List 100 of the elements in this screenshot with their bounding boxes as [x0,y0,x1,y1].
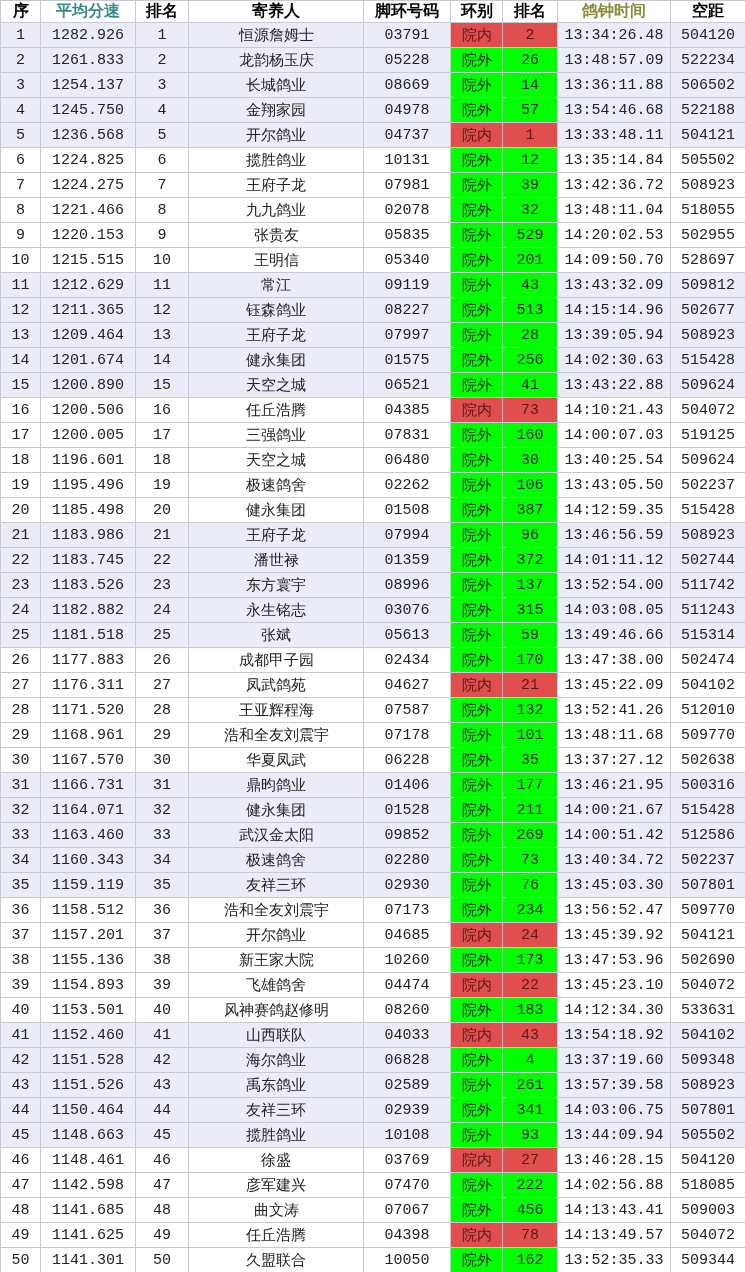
table-cell: 47 [0,1172,41,1198]
table-cell: 05340 [363,247,451,273]
column-header: 排名 [502,0,558,23]
table-cell: 02434 [363,647,451,673]
table-cell: 1171.520 [40,697,136,723]
table-cell: 04978 [363,97,451,123]
table-cell: 29 [135,722,189,748]
table-cell: 21 [0,522,41,548]
table-cell: 41 [0,1022,41,1048]
table-cell: 1254.137 [40,72,136,98]
table-cell: 29 [0,722,41,748]
column-header: 空距 [670,0,745,23]
table-cell: 1151.526 [40,1072,136,1098]
table-cell: 25 [0,622,41,648]
table-cell: 14:15:14.96 [557,297,671,323]
table-cell: 王府子龙 [188,522,364,548]
table-cell: 1183.526 [40,572,136,598]
table-cell: 13:48:11.68 [557,722,671,748]
table-cell: 鼎昀鸽业 [188,772,364,798]
table-cell: 14:02:56.88 [557,1172,671,1198]
table-cell: 张斌 [188,622,364,648]
table-cell: 07831 [363,422,451,448]
table-cell: 13:37:19.60 [557,1047,671,1073]
table-cell: 东方寰宇 [188,572,364,598]
table-cell: 1167.570 [40,747,136,773]
table-cell: 17 [0,422,41,448]
table-cell: 18 [135,447,189,473]
column-header: 序 [0,0,41,23]
table-cell: 1142.598 [40,1172,136,1198]
table-cell: 08260 [363,997,451,1023]
table-cell: 48 [135,1197,189,1223]
table-cell: 健永集团 [188,797,364,823]
table-cell: 禹东鸽业 [188,1072,364,1098]
table-cell: 28 [135,697,189,723]
table-cell: 1141.685 [40,1197,136,1223]
table-cell: 16 [0,397,41,423]
table-cell: 天空之城 [188,372,364,398]
table-cell: 2 [0,47,41,73]
table-cell: 01508 [363,497,451,523]
table-cell: 06521 [363,372,451,398]
table-cell: 1200.506 [40,397,136,423]
table-cell: 13:39:05.94 [557,322,671,348]
table-cell: 14:00:07.03 [557,422,671,448]
table-cell: 1183.986 [40,522,136,548]
table-cell: 10108 [363,1122,451,1148]
table-cell: 33 [0,822,41,848]
table-cell: 三强鸽业 [188,422,364,448]
table-cell: 1153.501 [40,997,136,1023]
table-cell: 恒源詹姆士 [188,22,364,48]
table-cell: 07997 [363,322,451,348]
table-cell: 26 [0,647,41,673]
table-cell: 49 [0,1222,41,1248]
table-cell: 14:20:02.53 [557,222,671,248]
table-cell: 1151.528 [40,1047,136,1073]
table-cell: 1182.882 [40,597,136,623]
table-cell: 1209.464 [40,322,136,348]
table-cell: 5 [0,122,41,148]
table-cell: 1215.515 [40,247,136,273]
table-cell: 17 [135,422,189,448]
table-cell: 50 [0,1247,41,1272]
table-cell: 06480 [363,447,451,473]
table-cell: 徐盛 [188,1147,364,1173]
table-cell: 成都甲子园 [188,647,364,673]
table-cell: 13:49:46.66 [557,622,671,648]
table-cell: 13 [0,322,41,348]
table-cell: 37 [0,922,41,948]
table-cell: 龙韵杨玉庆 [188,47,364,73]
table-cell: 7 [135,172,189,198]
table-cell: 1185.498 [40,497,136,523]
table-cell: 13:52:41.26 [557,697,671,723]
table-cell: 开尔鸽业 [188,122,364,148]
table-cell: 1224.275 [40,172,136,198]
table-cell: 6 [0,147,41,173]
table-cell: 1164.071 [40,797,136,823]
table-cell: 07981 [363,172,451,198]
table-cell: 13:33:48.11 [557,122,671,148]
table-cell: 1148.461 [40,1147,136,1173]
table-cell: 27 [0,672,41,698]
table-cell: 04033 [363,1022,451,1048]
table-cell: 14:03:08.05 [557,597,671,623]
table-cell: 13:34:26.48 [557,22,671,48]
table-cell: 8 [135,197,189,223]
table-cell: 14 [0,347,41,373]
table-cell: 20 [0,497,41,523]
table-cell: 46 [0,1147,41,1173]
table-cell: 任丘浩腾 [188,397,364,423]
table-cell: 19 [0,472,41,498]
table-cell: 13:45:03.30 [557,872,671,898]
table-cell: 13:47:53.96 [557,947,671,973]
table-cell: 1224.825 [40,147,136,173]
table-cell: 武汉金太阳 [188,822,364,848]
table-cell: 03769 [363,1147,451,1173]
table-cell: 1261.833 [40,47,136,73]
table-cell: 02589 [363,1072,451,1098]
table-cell: 47 [135,1172,189,1198]
table-cell: 1155.136 [40,947,136,973]
table-cell: 13:46:21.95 [557,772,671,798]
table-cell: 1152.460 [40,1022,136,1048]
table-cell: 07178 [363,722,451,748]
table-cell: 1166.731 [40,772,136,798]
